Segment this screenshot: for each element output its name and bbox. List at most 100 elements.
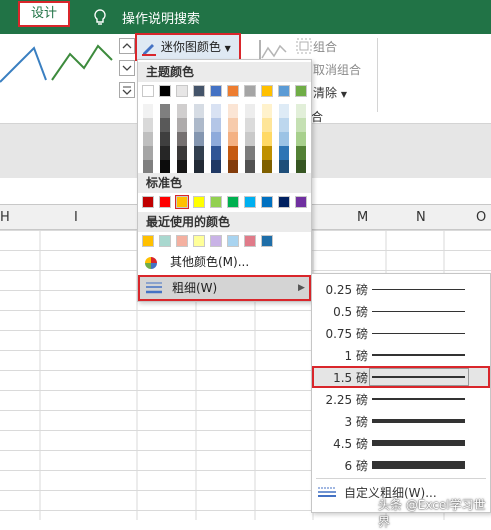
clear-button[interactable]: 清除 ▼ <box>313 84 347 101</box>
theme-tint-swatch[interactable] <box>159 132 171 146</box>
standard-color-swatch[interactable] <box>295 196 307 208</box>
column-header-h[interactable]: H <box>0 210 10 225</box>
theme-color-swatch[interactable] <box>244 85 256 97</box>
theme-tint-swatch[interactable] <box>210 160 222 174</box>
theme-tint-swatch[interactable] <box>261 104 273 118</box>
theme-tint-swatch[interactable] <box>227 146 239 160</box>
theme-tint-swatch[interactable] <box>210 104 222 118</box>
theme-color-swatch[interactable] <box>261 85 273 97</box>
column-header-m[interactable]: M <box>357 210 368 225</box>
theme-tint-swatch[interactable] <box>244 104 256 118</box>
recent-color-swatch[interactable] <box>210 235 222 247</box>
theme-tint-swatch[interactable] <box>142 146 154 160</box>
theme-color-swatch[interactable] <box>159 85 171 97</box>
theme-tint-swatch[interactable] <box>295 104 307 118</box>
theme-tint-swatch[interactable] <box>278 104 290 118</box>
recent-color-swatch[interactable] <box>142 235 154 247</box>
gallery-scroll-down-button[interactable] <box>119 60 135 76</box>
theme-color-swatch[interactable] <box>227 85 239 97</box>
theme-tint-swatch[interactable] <box>176 160 188 174</box>
weight-option[interactable]: 0.75 磅 <box>312 322 490 344</box>
theme-color-swatch[interactable] <box>278 85 290 97</box>
theme-tint-swatch[interactable] <box>193 104 205 118</box>
gallery-scroll-up-button[interactable] <box>119 38 135 54</box>
standard-color-swatch[interactable] <box>210 196 222 208</box>
tell-me-search[interactable]: 操作说明搜索 <box>122 8 200 27</box>
weight-option[interactable]: 0.25 磅 <box>312 278 490 300</box>
standard-color-swatch[interactable] <box>175 195 189 209</box>
recent-color-swatch[interactable] <box>159 235 171 247</box>
ungroup-button[interactable]: 取消组合 <box>313 61 361 78</box>
theme-tint-swatch[interactable] <box>193 132 205 146</box>
theme-tint-swatch[interactable] <box>159 104 171 118</box>
recent-color-swatch[interactable] <box>193 235 205 247</box>
theme-tint-swatch[interactable] <box>295 132 307 146</box>
theme-tint-swatch[interactable] <box>261 118 273 132</box>
recent-color-swatch[interactable] <box>244 235 256 247</box>
theme-color-swatch[interactable] <box>210 85 222 97</box>
theme-tint-swatch[interactable] <box>193 160 205 174</box>
standard-color-swatch[interactable] <box>261 196 273 208</box>
theme-tint-swatch[interactable] <box>295 118 307 132</box>
theme-tint-swatch[interactable] <box>176 118 188 132</box>
weight-menu-item[interactable]: 粗细(W) <box>138 275 311 301</box>
theme-tint-swatch[interactable] <box>159 118 171 132</box>
theme-tint-swatch[interactable] <box>142 118 154 132</box>
standard-color-swatch[interactable] <box>159 196 171 208</box>
theme-tint-swatch[interactable] <box>142 132 154 146</box>
theme-tint-swatch[interactable] <box>176 104 188 118</box>
theme-color-swatch[interactable] <box>142 85 154 97</box>
theme-tint-swatch[interactable] <box>278 132 290 146</box>
weight-option[interactable]: 0.5 磅 <box>312 300 490 322</box>
theme-tint-swatch[interactable] <box>227 160 239 174</box>
standard-color-swatch[interactable] <box>142 196 154 208</box>
theme-tint-swatch[interactable] <box>227 118 239 132</box>
theme-tint-swatch[interactable] <box>159 160 171 174</box>
group-button[interactable]: 组合 <box>313 38 337 55</box>
weight-option[interactable]: 6 磅 <box>312 454 490 476</box>
column-header-o[interactable]: O <box>476 210 486 225</box>
theme-tint-swatch[interactable] <box>244 146 256 160</box>
recent-color-swatch[interactable] <box>261 235 273 247</box>
theme-tint-swatch[interactable] <box>278 146 290 160</box>
standard-color-swatch[interactable] <box>278 196 290 208</box>
gallery-more-button[interactable] <box>119 82 135 98</box>
weight-option[interactable]: 1.5 磅 <box>312 366 490 388</box>
theme-tint-swatch[interactable] <box>261 160 273 174</box>
theme-tint-swatch[interactable] <box>210 146 222 160</box>
theme-tint-swatch[interactable] <box>244 132 256 146</box>
theme-tint-swatch[interactable] <box>244 160 256 174</box>
theme-tint-swatch[interactable] <box>244 118 256 132</box>
theme-tint-swatch[interactable] <box>227 132 239 146</box>
standard-color-swatch[interactable] <box>227 196 239 208</box>
theme-tint-swatch[interactable] <box>261 132 273 146</box>
tab-design[interactable]: 设计 <box>18 1 70 27</box>
theme-tint-swatch[interactable] <box>176 132 188 146</box>
weight-option[interactable]: 3 磅 <box>312 410 490 432</box>
column-header-i[interactable]: I <box>74 210 78 225</box>
theme-tint-swatch[interactable] <box>159 146 171 160</box>
more-colors-item[interactable]: 其他颜色(M)... <box>138 250 311 274</box>
theme-tint-swatch[interactable] <box>193 118 205 132</box>
theme-color-swatch[interactable] <box>176 85 188 97</box>
column-header-n[interactable]: N <box>416 210 426 225</box>
theme-tint-swatch[interactable] <box>278 118 290 132</box>
theme-tint-swatch[interactable] <box>278 160 290 174</box>
theme-tint-swatch[interactable] <box>142 104 154 118</box>
theme-tint-swatch[interactable] <box>295 160 307 174</box>
sparkline-color-button[interactable]: 迷你图颜色 ▼ <box>135 33 241 61</box>
theme-tint-swatch[interactable] <box>176 146 188 160</box>
recent-color-swatch[interactable] <box>176 235 188 247</box>
weight-option[interactable]: 4.5 磅 <box>312 432 490 454</box>
theme-color-swatch[interactable] <box>295 85 307 97</box>
standard-color-swatch[interactable] <box>193 196 205 208</box>
theme-tint-swatch[interactable] <box>210 118 222 132</box>
theme-tint-swatch[interactable] <box>261 146 273 160</box>
recent-color-swatch[interactable] <box>227 235 239 247</box>
weight-option[interactable]: 2.25 磅 <box>312 388 490 410</box>
theme-tint-swatch[interactable] <box>227 104 239 118</box>
weight-option[interactable]: 1 磅 <box>312 344 490 366</box>
sparkline-style-gallery[interactable] <box>0 40 116 90</box>
theme-tint-swatch[interactable] <box>210 132 222 146</box>
theme-tint-swatch[interactable] <box>295 146 307 160</box>
